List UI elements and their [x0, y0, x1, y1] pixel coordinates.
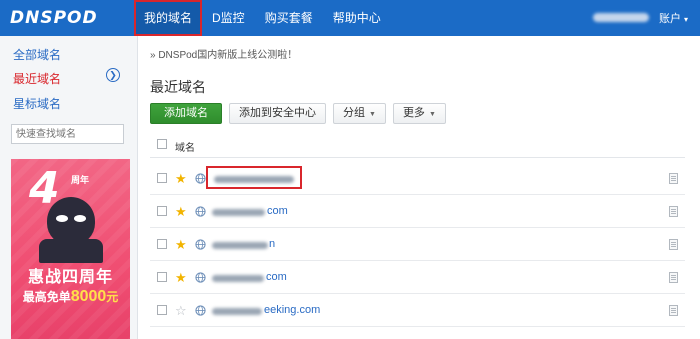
note-icon[interactable] — [669, 305, 678, 316]
account-menu[interactable]: 账户 ▾ — [659, 10, 688, 26]
sidebar-item-recent-domains[interactable]: 最近域名 — [13, 70, 61, 87]
nav-d-monitor[interactable]: D监控 — [202, 0, 255, 36]
banner-sub-unit: 元 — [106, 290, 119, 304]
page-title: 最近域名 — [150, 79, 206, 95]
table-row[interactable]: ★ n — [150, 228, 685, 261]
domain-link[interactable]: n — [269, 238, 275, 250]
row-checkbox[interactable] — [157, 305, 167, 315]
chevron-down-icon: ▾ — [684, 15, 689, 24]
toolbar: 添加域名 添加到安全中心 分组 ▼ 更多 ▼ — [150, 103, 453, 124]
note-icon[interactable] — [669, 173, 678, 184]
mascot-body — [39, 239, 103, 263]
row-checkbox[interactable] — [157, 239, 167, 249]
domain-name-redacted — [212, 242, 268, 249]
globe-icon — [195, 272, 206, 283]
table-row[interactable]: ★ com — [150, 195, 685, 228]
domain-table-header: 域名 — [150, 132, 685, 158]
nav-help-center[interactable]: 帮助中心 — [323, 0, 391, 36]
username-redacted[interactable] — [593, 13, 649, 22]
sidebar-item-all-domains[interactable]: 全部域名 — [13, 46, 61, 63]
domain-name-redacted — [212, 275, 264, 282]
banner-headline: 惠战四周年 — [27, 269, 113, 286]
chevron-right-icon[interactable]: ❯ — [106, 68, 120, 82]
sidebar: 全部域名 最近域名 ❯ 星标域名 4 周年 惠战四周年 最高免单8000元 — [0, 36, 138, 339]
banner-subline: 最高免单8000元 — [11, 288, 130, 306]
add-domain-button[interactable]: 添加域名 — [150, 103, 222, 124]
select-all-checkbox[interactable] — [157, 139, 167, 149]
account-label: 账户 — [659, 13, 681, 25]
banner-sub-prefix: 最高免单 — [22, 290, 71, 304]
mascot-image — [47, 197, 95, 245]
domain-link[interactable]: eeking.com — [264, 304, 320, 316]
star-icon[interactable]: ★ — [175, 238, 187, 251]
star-icon[interactable]: ★ — [175, 172, 187, 185]
table-row[interactable]: ★ com — [150, 261, 685, 294]
chevron-down-icon: ▼ — [369, 111, 376, 118]
top-bar: DNSPOD 我的域名 D监控 购买套餐 帮助中心 账户 ▾ — [0, 0, 700, 36]
note-icon[interactable] — [669, 272, 678, 283]
banner-sub-amount: 8000 — [70, 288, 107, 305]
more-dropdown-button[interactable]: 更多 ▼ — [392, 103, 446, 124]
dnspod-logo[interactable]: DNSPOD — [10, 8, 98, 28]
domain-name-redacted — [212, 209, 265, 216]
row-checkbox[interactable] — [157, 206, 167, 216]
globe-icon — [195, 239, 206, 250]
star-icon[interactable]: ★ — [175, 205, 187, 218]
domain-name-redacted — [212, 308, 262, 315]
column-header-domain: 域名 — [175, 143, 195, 154]
row-checkbox[interactable] — [157, 173, 167, 183]
add-to-security-center-button[interactable]: 添加到安全中心 — [229, 103, 326, 124]
chevron-down-icon: ▼ — [428, 111, 436, 118]
star-outline-icon[interactable]: ☆ — [175, 304, 187, 317]
annotation-highlight-box — [206, 166, 302, 189]
sidebar-item-starred-domains[interactable]: 星标域名 — [13, 95, 61, 112]
row-checkbox[interactable] — [157, 272, 167, 282]
banner-badge-tag: 周年 — [71, 175, 90, 185]
globe-icon — [195, 206, 206, 217]
note-icon[interactable] — [669, 239, 678, 250]
domain-search-input[interactable] — [11, 124, 124, 144]
announcement-link[interactable]: » DNSPod国内新版上线公测啦！ — [150, 46, 297, 61]
globe-icon — [195, 173, 206, 184]
more-label: 更多 — [402, 107, 425, 119]
group-dropdown-button[interactable]: 分组 ▼ — [333, 103, 386, 124]
domain-link[interactable]: com — [267, 205, 288, 217]
star-icon[interactable]: ★ — [175, 271, 187, 284]
nav-buy-plan[interactable]: 购买套餐 — [255, 0, 323, 36]
table-row[interactable]: ☆ eeking.com — [150, 294, 685, 327]
group-label: 分组 — [343, 107, 365, 119]
main-nav: 我的域名 D监控 购买套餐 帮助中心 — [134, 0, 391, 36]
domain-link[interactable]: com — [266, 271, 287, 283]
anniversary-banner[interactable]: 4 周年 惠战四周年 最高免单8000元 — [11, 159, 130, 339]
globe-icon — [195, 305, 206, 316]
nav-my-domains[interactable]: 我的域名 — [134, 0, 203, 36]
note-icon[interactable] — [669, 206, 678, 217]
